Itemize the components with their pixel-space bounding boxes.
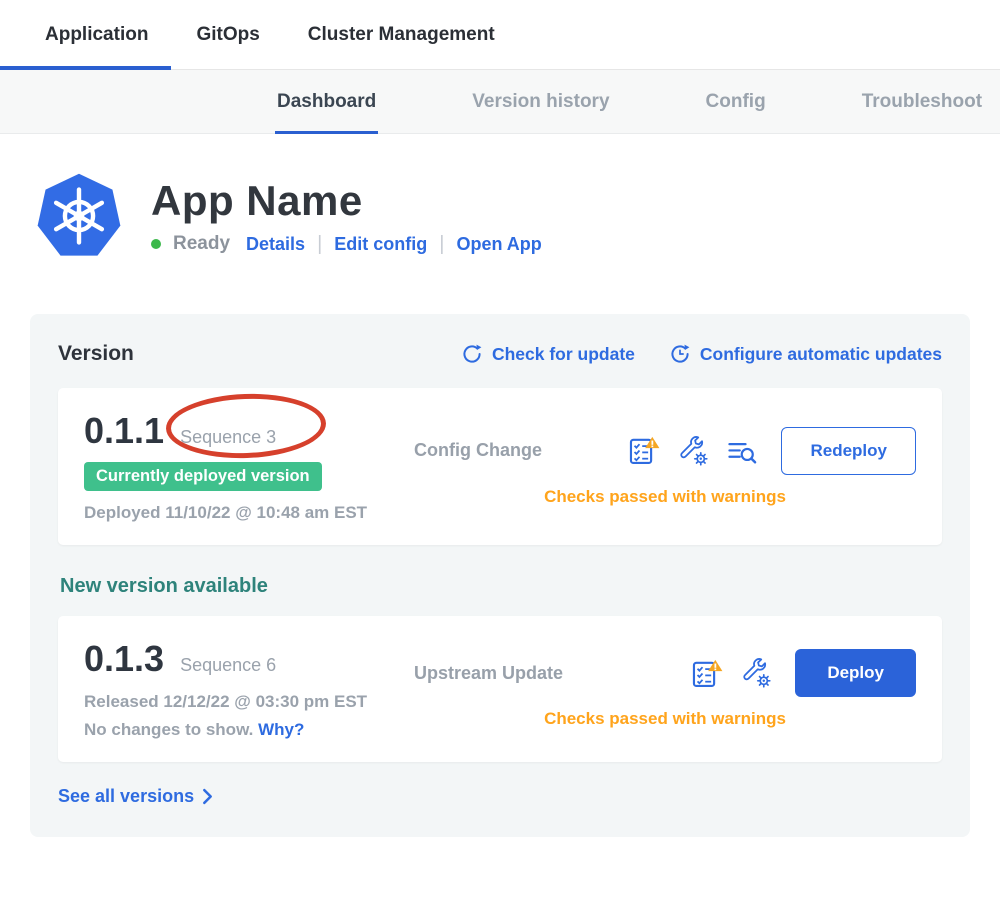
redeploy-button[interactable]: Redeploy [781,427,916,475]
tab-troubleshoot[interactable]: Troubleshoot [862,70,982,133]
see-all-versions-link[interactable]: See all versions [58,786,213,807]
current-version-card: 0.1.1 Sequence 3 Currently deployed vers… [58,388,942,545]
app-header-text: App Name Ready Details | Edit config | O… [151,177,542,256]
version-actions: Check for update Configure automatic upd… [461,343,942,365]
released-timestamp: Released 12/12/22 @ 03:30 pm EST [84,692,414,712]
tab-config[interactable]: Config [706,70,766,133]
tab-version-history-label: Version history [472,91,609,113]
tab-application[interactable]: Application [45,0,148,69]
tab-cluster-management[interactable]: Cluster Management [308,0,495,69]
tab-cluster-management-label: Cluster Management [308,24,495,46]
new-change-type: Upstream Update [414,663,599,684]
kubernetes-logo-icon [35,172,123,260]
current-checks-status: Checks passed with warnings [414,487,916,507]
status-dot [151,239,161,249]
new-version-heading: New version available [60,575,942,598]
tab-troubleshoot-label: Troubleshoot [862,91,982,113]
wrench-gear-icon[interactable] [741,658,771,688]
check-for-update-link[interactable]: Check for update [461,343,635,365]
see-all-versions-label: See all versions [58,786,194,807]
annotation-ellipse [165,391,327,461]
configure-updates-label: Configure automatic updates [700,344,942,365]
sub-nav: Dashboard Version history Config Trouble… [0,70,1000,134]
wrench-gear-icon[interactable] [678,436,708,466]
checklist-warning-icon[interactable] [691,658,723,689]
check-for-update-label: Check for update [492,344,635,365]
separator: | [439,233,444,256]
version-panel: Version Check for update [30,314,970,837]
page-title: App Name [151,177,542,225]
current-version-right: Config Change [414,427,916,507]
status-text: Ready [173,233,230,255]
tab-config-label: Config [706,91,766,113]
new-version-sequence: Sequence 6 [180,655,276,676]
no-changes-line: No changes to show. Why? [84,720,414,740]
status-row: Ready Details | Edit config | Open App [151,233,542,256]
tab-dashboard-label: Dashboard [277,91,376,113]
version-heading: Version [58,342,134,366]
current-version-row: 0.1.1 Sequence 3 [84,410,414,452]
new-version-card: 0.1.3 Sequence 6 Released 12/12/22 @ 03:… [58,616,942,762]
deployed-badge: Currently deployed version [84,462,322,491]
why-link[interactable]: Why? [258,720,304,739]
top-nav: Application GitOps Cluster Management [0,0,1000,70]
current-version-number: 0.1.1 [84,410,164,452]
tab-gitops-label: GitOps [196,24,259,46]
checklist-warning-icon[interactable] [628,435,660,466]
current-version-info: 0.1.1 Sequence 3 Currently deployed vers… [84,410,414,523]
open-app-link[interactable]: Open App [456,234,541,255]
current-version-sequence: Sequence 3 [180,427,276,448]
new-version-info: 0.1.3 Sequence 6 Released 12/12/22 @ 03:… [84,638,414,740]
new-version-row: 0.1.3 Sequence 6 [84,638,414,680]
refresh-icon [461,343,483,365]
tab-version-history[interactable]: Version history [472,70,609,133]
tab-dashboard[interactable]: Dashboard [277,70,376,133]
new-check-icons [599,658,771,689]
version-panel-header: Version Check for update [58,342,942,366]
app-header: App Name Ready Details | Edit config | O… [35,172,1000,260]
list-search-icon[interactable] [726,436,757,466]
deploy-button[interactable]: Deploy [795,649,916,697]
details-link[interactable]: Details [246,234,305,255]
deployed-timestamp: Deployed 11/10/22 @ 10:48 am EST [84,503,414,523]
edit-config-link[interactable]: Edit config [334,234,427,255]
tab-gitops[interactable]: GitOps [196,0,259,69]
configure-updates-link[interactable]: Configure automatic updates [669,343,942,365]
new-version-right: Upstream Update [414,649,916,729]
chevron-right-icon [202,788,213,805]
scheduled-update-icon [669,343,691,365]
new-checks-status: Checks passed with warnings [414,709,916,729]
current-check-icons [599,435,757,466]
tab-application-label: Application [45,24,148,46]
new-version-number: 0.1.3 [84,638,164,680]
separator: | [317,233,322,256]
no-changes-text: No changes to show. [84,720,253,739]
current-change-type: Config Change [414,440,599,461]
